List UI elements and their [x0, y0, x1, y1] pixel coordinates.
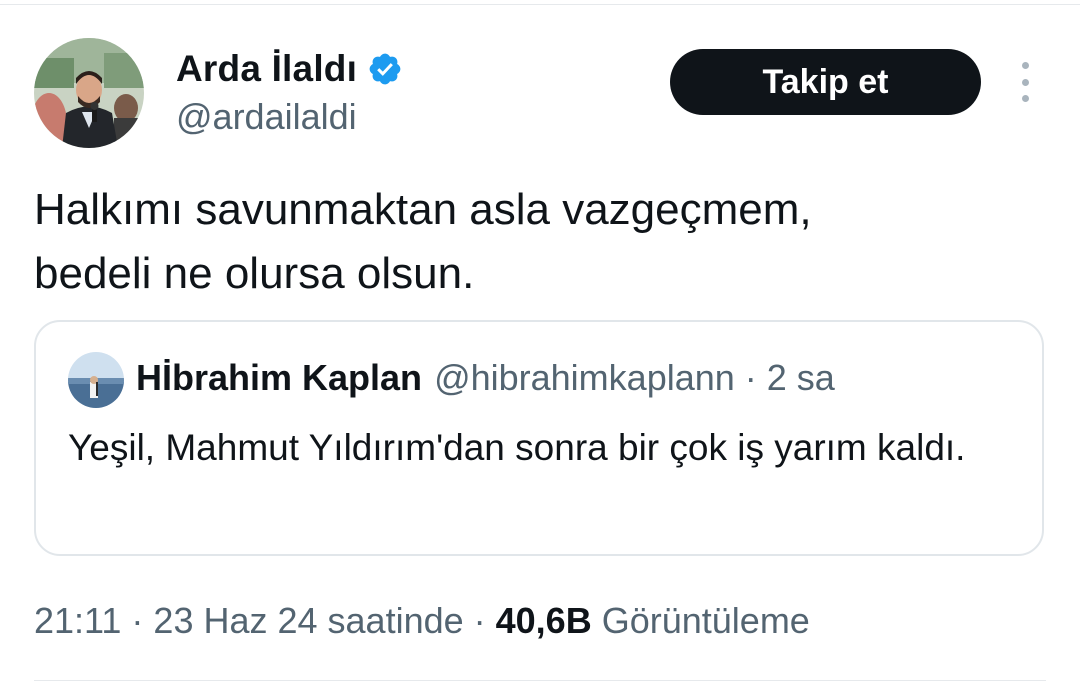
tweet-time[interactable]: 21:11 [34, 600, 121, 642]
follow-button[interactable]: Takip et [670, 49, 981, 115]
quoted-author-handle[interactable]: @hibrahimkaplann [434, 357, 735, 399]
author-name-row: Arda İlaldı [176, 44, 403, 94]
quoted-author-name[interactable]: Hİbrahim Kaplan [136, 357, 422, 399]
author-avatar[interactable] [34, 38, 144, 148]
quoted-tweet-header: Hİbrahim Kaplan @hibrahimkaplann · 2 sa [136, 357, 835, 399]
tweet-page: Arda İlaldı @ardailaldi Takip et Halkımı… [0, 0, 1080, 696]
views-count[interactable]: 40,6B [496, 600, 592, 642]
more-vertical-icon[interactable] [1010, 62, 1040, 102]
meta-separator: · [473, 600, 486, 641]
tweet-date[interactable]: 23 Haz 24 saatinde [153, 600, 463, 642]
more-dot [1021, 95, 1029, 102]
bottom-divider [34, 680, 1046, 681]
author-display-name[interactable]: Arda İlaldı [176, 48, 357, 90]
verified-badge-icon [367, 51, 403, 87]
quoted-header-separator: · [744, 357, 757, 398]
quoted-tweet-text: Yeşil, Mahmut Yıldırım'dan sonra bir çok… [68, 427, 966, 468]
quoted-tweet-time[interactable]: 2 sa [767, 357, 835, 399]
meta-separator: · [131, 600, 144, 641]
tweet-meta: 21:11 · 23 Haz 24 saatinde · 40,6B Görün… [34, 600, 810, 642]
top-divider [0, 4, 1080, 5]
views-label[interactable]: Görüntüleme [602, 600, 810, 642]
quoted-author-avatar[interactable] [68, 352, 124, 408]
more-dot [1021, 62, 1029, 69]
author-handle[interactable]: @ardailaldi [176, 96, 357, 138]
quoted-tweet-card[interactable]: Hİbrahim Kaplan @hibrahimkaplann · 2 sa … [34, 320, 1044, 556]
more-dot [1021, 78, 1029, 86]
tweet-text: Halkımı savunmaktan asla vazgeçmem, bede… [34, 185, 812, 298]
